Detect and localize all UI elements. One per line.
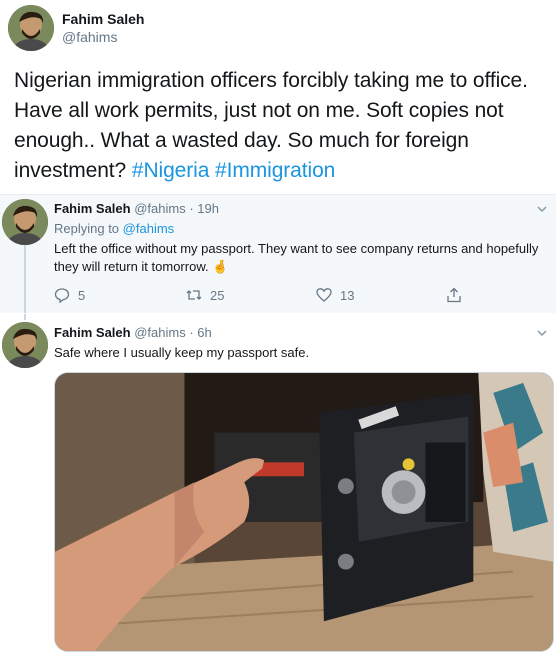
reply-body: Left the office without my passport. The…: [54, 241, 539, 274]
thread-line: [24, 314, 26, 320]
reply-text: Left the office without my passport. The…: [54, 240, 544, 276]
reply-header: Fahim Saleh @fahims · 6h: [54, 325, 212, 340]
like-count: 13: [340, 287, 355, 303]
author-handle[interactable]: @fahims: [62, 29, 117, 45]
avatar[interactable]: [2, 199, 48, 245]
tweet-text: Nigerian immigration officers forcibly t…: [14, 66, 544, 186]
reply-button[interactable]: 5: [54, 287, 85, 303]
reply-tweet[interactable]: Fahim Saleh @fahims · 19h Replying to @f…: [0, 195, 556, 313]
author-name[interactable]: Fahim Saleh: [54, 325, 131, 340]
heart-icon: [316, 288, 332, 302]
chevron-down-icon[interactable]: [536, 203, 548, 215]
replying-to: Replying to @fahims: [54, 221, 174, 236]
author-handle[interactable]: @fahims: [134, 201, 186, 216]
thread-line: [24, 245, 26, 313]
tweet-photo[interactable]: [54, 372, 554, 652]
reply-header: Fahim Saleh @fahims · 19h: [54, 201, 219, 216]
avatar[interactable]: [8, 5, 54, 51]
share-button[interactable]: [446, 287, 470, 303]
safe-photo-illustration: [55, 373, 553, 651]
action-bar: 5 25 13: [54, 287, 474, 305]
avatar[interactable]: [2, 322, 48, 368]
author-name[interactable]: Fahim Saleh: [62, 11, 144, 27]
retweet-count: 25: [210, 287, 225, 303]
mention-link[interactable]: @fahims: [123, 221, 175, 236]
reply-text: Safe where I usually keep my passport sa…: [54, 345, 310, 360]
hashtag-nigeria[interactable]: #Nigeria: [132, 159, 210, 182]
hashtag-immigration[interactable]: #Immigration: [215, 159, 335, 182]
reply-count: 5: [78, 287, 86, 303]
replying-label: Replying to: [54, 221, 120, 236]
reply-tweet[interactable]: Fahim Saleh @fahims · 6h Safe where I us…: [0, 314, 556, 654]
share-icon: [447, 287, 461, 303]
author-name[interactable]: Fahim Saleh: [54, 201, 131, 216]
timestamp[interactable]: · 6h: [189, 325, 211, 340]
retweet-button[interactable]: 25: [186, 287, 224, 303]
retweet-icon: [186, 290, 202, 300]
like-button[interactable]: 13: [316, 287, 354, 303]
crossed-fingers-emoji: 🤞: [212, 259, 229, 274]
reply-icon: [54, 288, 70, 303]
timestamp[interactable]: · 19h: [189, 201, 219, 216]
main-tweet: Fahim Saleh @fahims Nigerian immigration…: [0, 0, 556, 194]
chevron-down-icon[interactable]: [536, 327, 548, 339]
author-handle[interactable]: @fahims: [134, 325, 186, 340]
